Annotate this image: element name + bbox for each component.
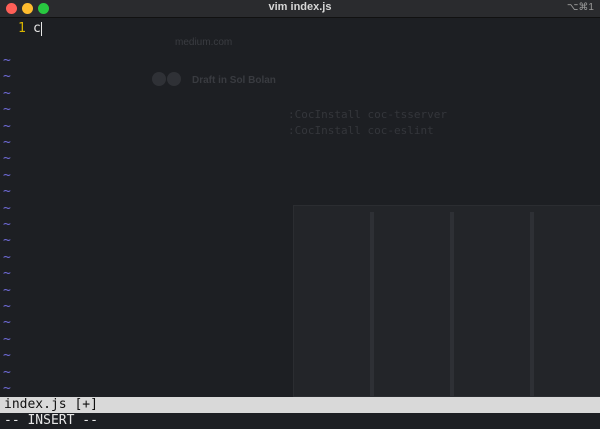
empty-line-tilde: ~ (3, 184, 11, 200)
empty-line-tilde: ~ (3, 381, 11, 396)
line-number: 1 (18, 21, 26, 36)
background-author-text: Draft in Sol Bolan (192, 75, 276, 86)
status-line: index.js [+] (0, 397, 600, 413)
empty-line-tilde: ~ (3, 233, 11, 249)
empty-line-tilde: ~ (3, 69, 11, 85)
title-bar[interactable]: vim index.js ⌥⌘1 (0, 0, 600, 18)
text-cursor (41, 22, 42, 36)
empty-line-tilde: ~ (3, 102, 11, 118)
empty-line-tilde: ~ (3, 282, 11, 298)
empty-line-tilde: ~ (3, 315, 11, 331)
background-avatar (152, 71, 182, 87)
empty-line-tilde: ~ (3, 364, 11, 380)
empty-line-tilde: ~ (3, 53, 11, 68)
empty-line-tilde: ~ (3, 266, 11, 282)
terminal-window: vim index.js ⌥⌘1 medium.com Draft in Sol… (0, 0, 600, 429)
window-shortcut-label: ⌥⌘1 (566, 2, 594, 13)
background-command-1: :CocInstall coc-tsserver (288, 108, 447, 121)
background-command-2: :CocInstall coc-eslint (288, 124, 434, 137)
empty-line-tilde: ~ (3, 331, 11, 347)
window-title: vim index.js (268, 1, 332, 13)
empty-line-tilde: ~ (3, 348, 11, 364)
empty-line-tilde: ~ (3, 249, 11, 265)
mode-indicator: -- INSERT -- (4, 413, 98, 428)
empty-line-tilde: ~ (3, 299, 11, 314)
background-panel (293, 205, 600, 397)
empty-line-tilde: ~ (3, 217, 11, 232)
status-filename: index.js [+] (4, 397, 98, 412)
empty-line-tilde: ~ (3, 167, 11, 183)
empty-line-tilde: ~ (3, 151, 11, 167)
background-url-text: medium.com (175, 37, 233, 48)
editor-line-text[interactable]: c (33, 21, 41, 36)
empty-line-tilde: ~ (3, 200, 11, 216)
empty-line-tilde: ~ (3, 118, 11, 134)
empty-line-tilde: ~ (3, 85, 11, 101)
empty-line-tilde: ~ (3, 135, 11, 150)
